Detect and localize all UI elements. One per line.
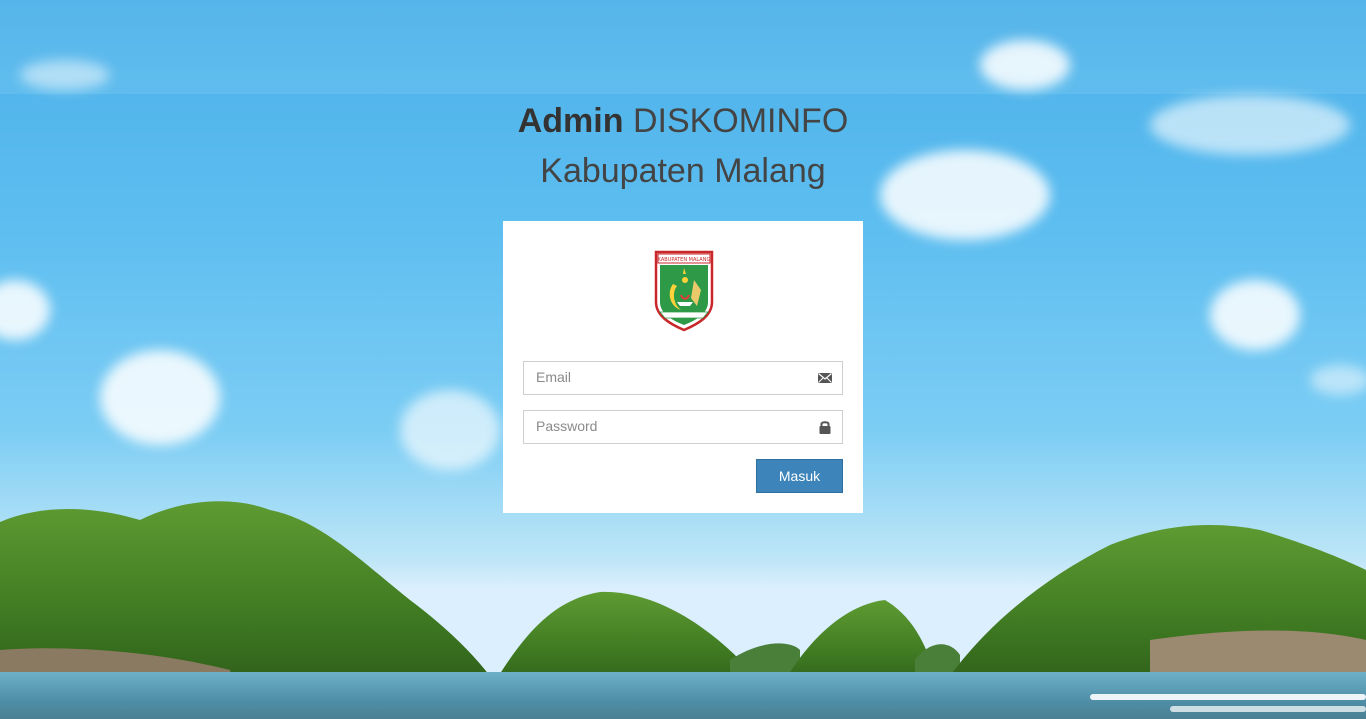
svg-text:KABUPATEN MALANG: KABUPATEN MALANG <box>658 257 711 263</box>
title-bold: Admin <box>517 102 624 140</box>
lock-icon <box>819 421 831 434</box>
envelope-icon <box>818 373 832 383</box>
email-field-wrapper <box>523 361 843 395</box>
title-rest: DISKOMINFO <box>632 102 849 140</box>
password-input[interactable] <box>524 411 818 441</box>
page-subtitle: Kabupaten Malang <box>540 152 826 190</box>
login-panel: KABUPATEN MALANG Masuk <box>503 221 863 513</box>
password-field-wrapper <box>523 410 843 444</box>
masuk-button[interactable]: Masuk <box>756 459 843 493</box>
wave-foam <box>1170 706 1366 712</box>
kabupaten-malang-logo: KABUPATEN MALANG <box>654 250 714 332</box>
page-title: Admin DISKOMINFO <box>0 100 1366 142</box>
wave-foam <box>1090 694 1366 700</box>
email-input[interactable] <box>524 362 818 392</box>
